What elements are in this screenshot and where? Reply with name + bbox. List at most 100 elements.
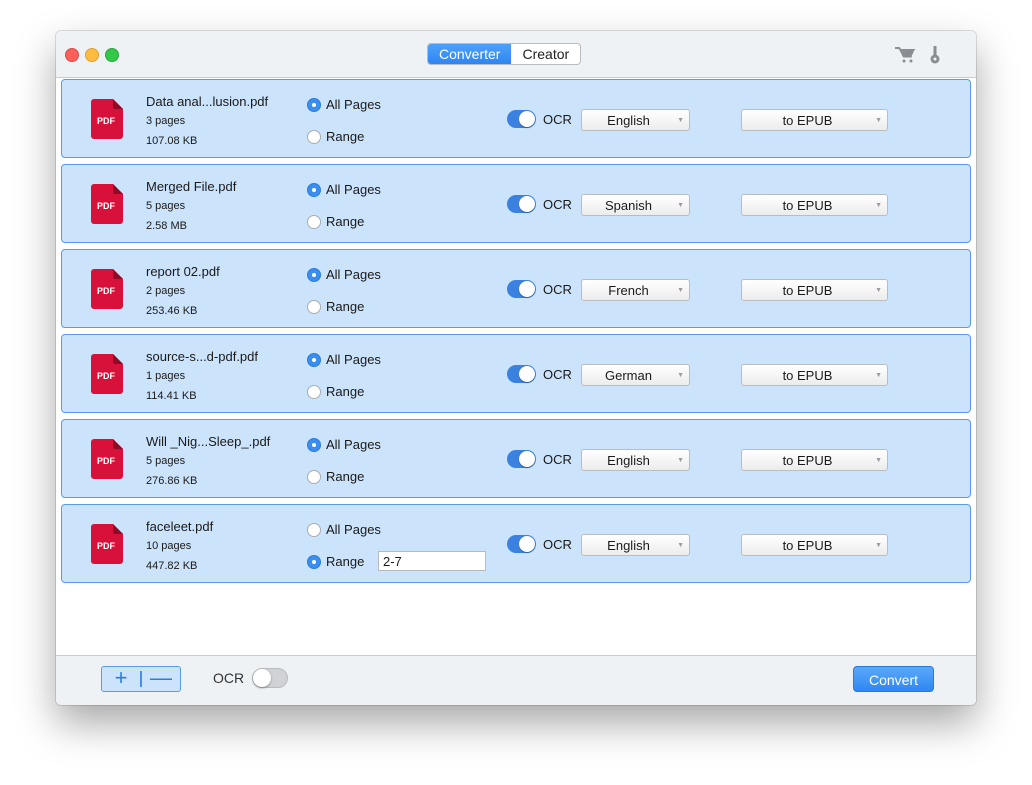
range-radio[interactable]: Range (307, 129, 364, 144)
file-name: Will _Nig...Sleep_.pdf (146, 434, 271, 449)
chevron-down-icon: ▼ (875, 457, 882, 464)
file-name: report 02.pdf (146, 264, 220, 279)
range-radio[interactable]: Range (307, 214, 364, 229)
file-size: 114.41 KB (146, 390, 197, 402)
cart-icon[interactable] (894, 45, 916, 68)
language-value: German (605, 368, 652, 383)
ocr-label: OCR (543, 282, 572, 297)
all-pages-radio[interactable]: All Pages (307, 97, 381, 112)
chevron-down-icon: ▼ (677, 372, 684, 379)
radio-indicator (307, 267, 321, 282)
convert-button[interactable]: Convert (853, 666, 934, 692)
file-size: 253.46 KB (146, 305, 198, 317)
titlebar: Converter Creator (56, 31, 976, 78)
toggle-knob (519, 451, 535, 467)
range-radio[interactable]: Range (307, 299, 364, 314)
global-ocr-toggle[interactable] (252, 668, 288, 688)
all-pages-radio[interactable]: All Pages (307, 522, 381, 537)
chevron-down-icon: ▼ (875, 117, 882, 124)
language-value: Spanish (605, 198, 652, 213)
radio-indicator (307, 97, 321, 112)
range-input[interactable]: 2-7 (378, 551, 486, 571)
tab-creator[interactable]: Creator (511, 44, 580, 64)
file-row[interactable]: PDF Will _Nig...Sleep_.pdf 5 pages 276.8… (61, 419, 971, 498)
key-icon[interactable] (928, 45, 942, 70)
output-format-select[interactable]: to EPUB ▼ (741, 194, 888, 216)
file-row[interactable]: PDF faceleet.pdf 10 pages 447.82 KB All … (61, 504, 971, 583)
pdf-file-icon: PDF (91, 354, 123, 394)
pdf-icon-label: PDF (97, 286, 116, 296)
ocr-toggle[interactable] (507, 195, 536, 213)
pdf-icon-label: PDF (97, 116, 116, 126)
all-pages-radio[interactable]: All Pages (307, 182, 381, 197)
ocr-label: OCR (543, 537, 572, 552)
file-row[interactable]: PDF source-s...d-pdf.pdf 1 pages 114.41 … (61, 334, 971, 413)
ocr-toggle[interactable] (507, 365, 536, 383)
output-format-select[interactable]: to EPUB ▼ (741, 279, 888, 301)
range-label: Range (326, 554, 365, 569)
minimize-window-button[interactable] (85, 48, 99, 62)
toggle-knob (519, 196, 535, 212)
range-label: Range (326, 469, 365, 484)
range-label: Range (326, 214, 365, 229)
ocr-toggle[interactable] (507, 280, 536, 298)
ocr-toggle[interactable] (507, 110, 536, 128)
chevron-down-icon: ▼ (875, 202, 882, 209)
radio-indicator (307, 469, 321, 484)
file-row[interactable]: PDF Merged File.pdf 5 pages 2.58 MB All … (61, 164, 971, 243)
toggle-knob (519, 366, 535, 382)
file-page-count: 10 pages (146, 540, 192, 552)
language-value: English (607, 538, 650, 553)
range-radio[interactable]: Range (307, 469, 364, 484)
format-value: to EPUB (782, 538, 833, 553)
pdf-icon-label: PDF (97, 541, 116, 551)
file-name: Merged File.pdf (146, 179, 237, 194)
ocr-toggle[interactable] (507, 450, 536, 468)
all-pages-radio[interactable]: All Pages (307, 267, 381, 282)
range-label: Range (326, 129, 365, 144)
file-row[interactable]: PDF Data anal...lusion.pdf 3 pages 107.0… (61, 79, 971, 158)
all-pages-label: All Pages (326, 97, 381, 112)
output-format-select[interactable]: to EPUB ▼ (741, 109, 888, 131)
radio-indicator (307, 299, 321, 314)
zoom-window-button[interactable] (105, 48, 119, 62)
file-size: 2.58 MB (146, 220, 187, 232)
language-select[interactable]: German ▼ (581, 364, 690, 386)
language-select[interactable]: English ▼ (581, 449, 690, 471)
chevron-down-icon: ▼ (677, 457, 684, 464)
all-pages-label: All Pages (326, 437, 381, 452)
all-pages-label: All Pages (326, 182, 381, 197)
ocr-label: OCR (543, 197, 572, 212)
radio-indicator (307, 522, 321, 537)
language-select[interactable]: Spanish ▼ (581, 194, 690, 216)
language-select[interactable]: French ▼ (581, 279, 690, 301)
ocr-toggle[interactable] (507, 535, 536, 553)
all-pages-radio[interactable]: All Pages (307, 437, 381, 452)
output-format-select[interactable]: to EPUB ▼ (741, 534, 888, 556)
tab-converter[interactable]: Converter (428, 44, 512, 64)
file-row[interactable]: PDF report 02.pdf 2 pages 253.46 KB All … (61, 249, 971, 328)
file-size: 107.08 KB (146, 135, 198, 147)
chevron-down-icon: ▼ (875, 287, 882, 294)
remove-file-button[interactable]: — (142, 667, 180, 691)
close-window-button[interactable] (65, 48, 79, 62)
language-select[interactable]: English ▼ (581, 534, 690, 556)
all-pages-label: All Pages (326, 267, 381, 282)
all-pages-radio[interactable]: All Pages (307, 352, 381, 367)
range-radio[interactable]: Range (307, 554, 364, 569)
output-format-select[interactable]: to EPUB ▼ (741, 364, 888, 386)
pdf-file-icon: PDF (91, 184, 123, 224)
radio-indicator (307, 384, 321, 399)
add-file-button[interactable]: + (102, 667, 140, 691)
radio-indicator (307, 129, 321, 144)
range-label: Range (326, 384, 365, 399)
radio-indicator (307, 214, 321, 229)
radio-indicator (307, 437, 321, 452)
language-select[interactable]: English ▼ (581, 109, 690, 131)
range-radio[interactable]: Range (307, 384, 364, 399)
toggle-knob (519, 281, 535, 297)
output-format-select[interactable]: to EPUB ▼ (741, 449, 888, 471)
chevron-down-icon: ▼ (677, 117, 684, 124)
file-page-count: 5 pages (146, 455, 186, 467)
file-page-count: 1 pages (146, 370, 186, 382)
